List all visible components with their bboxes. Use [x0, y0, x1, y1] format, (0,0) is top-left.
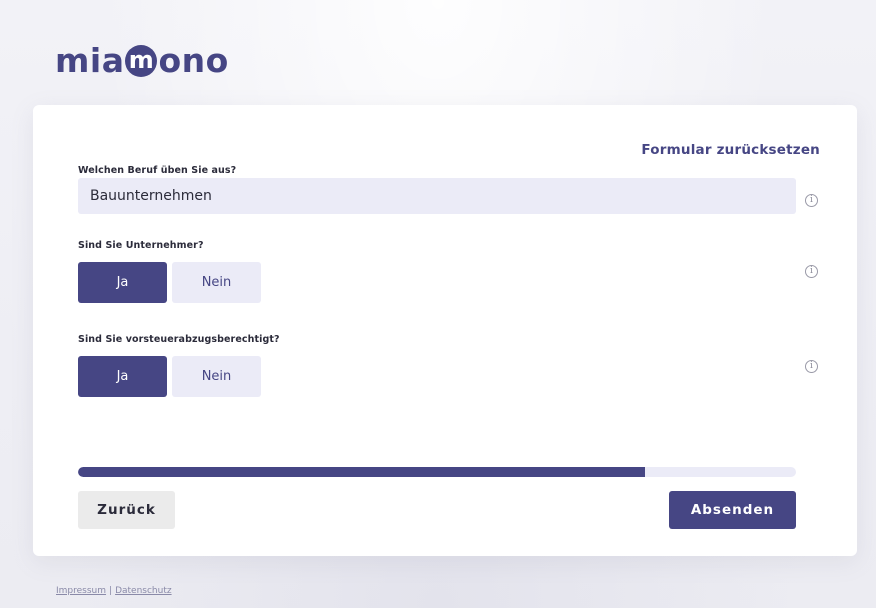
form-card: Formular zurücksetzen Welchen Beruf üben…	[33, 105, 857, 556]
form-progress-bar	[78, 467, 796, 477]
vat-deduction-toggle-group: Ja Nein	[78, 356, 261, 397]
reset-form-link[interactable]: Formular zurücksetzen	[641, 142, 820, 158]
form-progress-fill	[78, 467, 646, 477]
entrepreneur-yes-button[interactable]: Ja	[78, 262, 167, 303]
miamono-logo: mia m ono	[55, 38, 229, 82]
vat-deduction-yes-button[interactable]: Ja	[78, 356, 167, 397]
entrepreneur-info-icon[interactable]: i	[805, 265, 818, 278]
occupation-label: Welchen Beruf üben Sie aus?	[78, 165, 237, 176]
entrepreneur-toggle-group: Ja Nein	[78, 262, 261, 303]
footer-separator: |	[109, 586, 113, 596]
entrepreneur-no-button[interactable]: Nein	[172, 262, 261, 303]
vat-deduction-label: Sind Sie vorsteuerabzugsberechtigt?	[78, 334, 280, 345]
occupation-input[interactable]	[78, 178, 796, 214]
impressum-link[interactable]: Impressum	[56, 586, 106, 596]
logo-text-start: mia	[55, 40, 125, 80]
submit-button[interactable]: Absenden	[669, 491, 796, 529]
logo-circle-letter: m	[125, 45, 158, 77]
entrepreneur-label: Sind Sie Unternehmer?	[78, 240, 204, 251]
back-button[interactable]: Zurück	[78, 491, 175, 529]
occupation-info-icon[interactable]: i	[805, 194, 818, 207]
datenschutz-link[interactable]: Datenschutz	[115, 586, 172, 596]
vat-deduction-no-button[interactable]: Nein	[172, 356, 261, 397]
vat-deduction-info-icon[interactable]: i	[805, 360, 818, 373]
logo-text-end: ono	[158, 40, 229, 80]
footer-links: Impressum | Datenschutz	[56, 586, 172, 596]
